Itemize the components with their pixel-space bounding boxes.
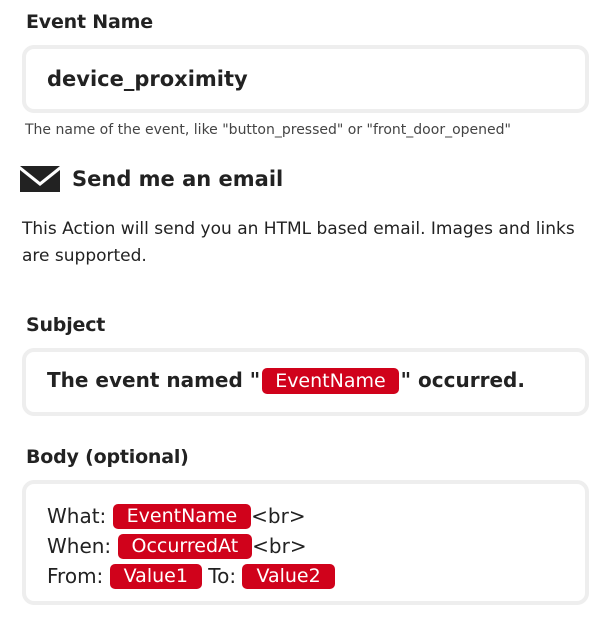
event-name-value: device_proximity [47, 67, 248, 91]
body-when-label: When: [47, 534, 112, 558]
ingredient-eventname[interactable]: EventName [262, 368, 399, 394]
subject-suffix: " occurred. [400, 368, 525, 392]
ingredient-occurredat[interactable]: OccurredAt [117, 534, 253, 559]
body-line-when: When: OccurredAt <br> [47, 531, 335, 561]
subject-prefix: The event named " [47, 368, 261, 392]
body-input[interactable]: What: EventName <br> When: OccurredAt <br>… [22, 480, 589, 605]
ingredient-value1[interactable]: Value1 [109, 564, 202, 589]
event-name-label: Event Name [26, 11, 153, 33]
body-to-label: To: [208, 564, 237, 588]
subject-content: The event named " EventName " occurred. [47, 365, 525, 395]
subject-input[interactable]: The event named " EventName " occurred. [22, 348, 589, 416]
action-description: This Action will send you an HTML based … [22, 219, 575, 266]
body-content: What: EventName <br> When: OccurredAt <br>… [47, 501, 335, 591]
subject-label: Subject [26, 314, 106, 336]
envelope-icon [20, 166, 60, 192]
body-line-from: From: Value1 To: Value2 [47, 561, 335, 591]
body-label: Body (optional) [26, 446, 189, 468]
body-what-label: What: [47, 504, 107, 528]
ingredient-eventname[interactable]: EventName [112, 504, 252, 529]
action-header: Send me an email [20, 164, 283, 194]
event-name-input[interactable]: device_proximity [22, 45, 589, 113]
body-line-what: What: EventName <br> [47, 501, 335, 531]
ingredient-value2[interactable]: Value2 [242, 564, 335, 589]
body-from-label: From: [47, 564, 104, 588]
event-name-hint: The name of the event, like "button_pres… [25, 122, 511, 138]
body-when-br: <br> [252, 534, 307, 558]
action-title: Send me an email [72, 167, 284, 191]
body-what-br: <br> [251, 504, 306, 528]
